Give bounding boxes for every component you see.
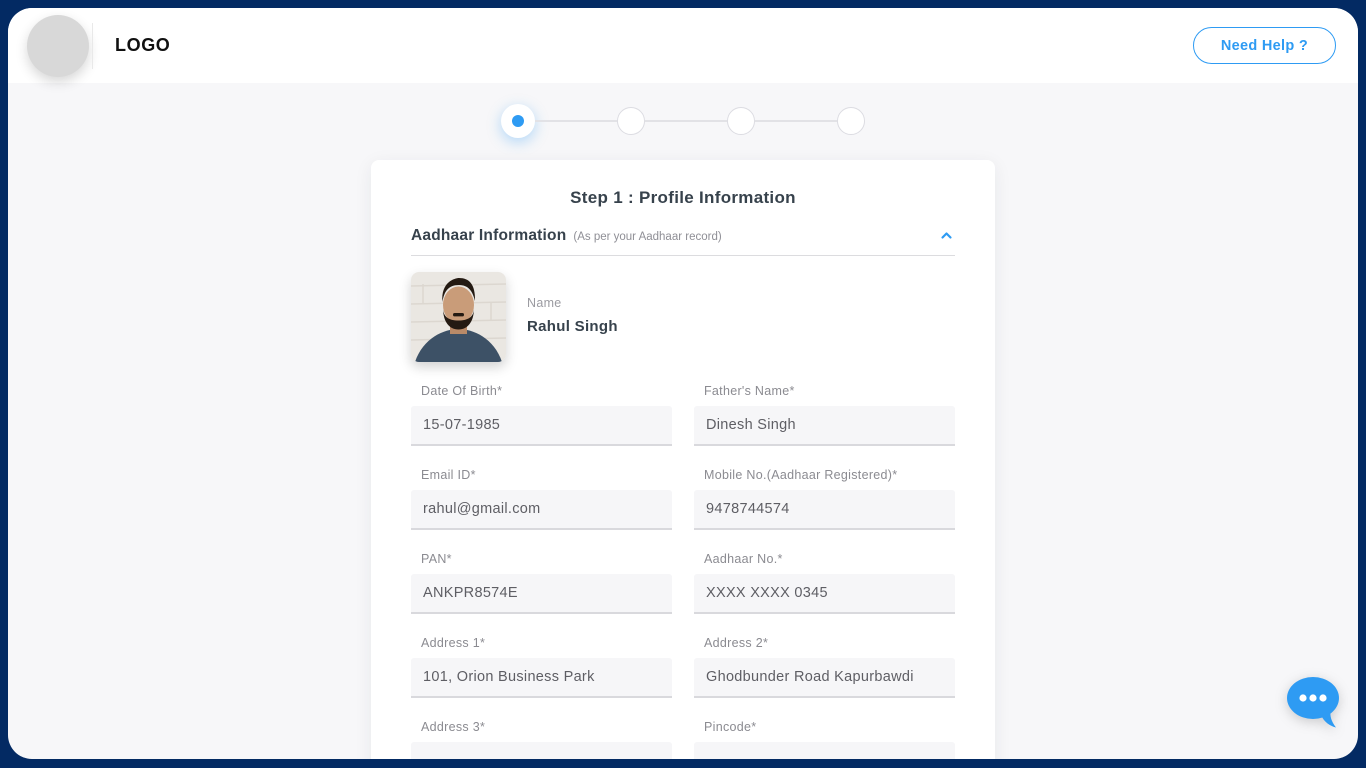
email-id-input[interactable]: [411, 490, 672, 530]
field-label: Address 2*: [704, 636, 955, 650]
stepper-step-1[interactable]: [501, 104, 535, 138]
logo-avatar: [27, 15, 89, 77]
name-value: Rahul Singh: [527, 318, 618, 335]
field-label: Pincode*: [704, 720, 955, 734]
field-label: Father's Name*: [704, 384, 955, 398]
app-viewport: LOGO Need Help ? Step 1 : Profile Inform…: [8, 8, 1358, 759]
stepper-connector: [535, 120, 617, 122]
need-help-button[interactable]: Need Help ?: [1193, 27, 1336, 64]
field-label: PAN*: [421, 552, 672, 566]
field-address-1: Address 1*: [411, 636, 672, 698]
address-2-input[interactable]: [694, 658, 955, 698]
aadhaar-no-input[interactable]: [694, 574, 955, 614]
stepper-connector: [645, 120, 727, 122]
date-of-birth-input[interactable]: [411, 406, 672, 446]
chat-bubble-icon: [1286, 720, 1342, 735]
stepper-step-3[interactable]: [727, 107, 755, 135]
mobile-no-input[interactable]: [694, 490, 955, 530]
field-label: Address 1*: [421, 636, 672, 650]
address-1-input[interactable]: [411, 658, 672, 698]
field-aadhaar-no: Aadhaar No.*: [694, 552, 955, 614]
field-email-id: Email ID*: [411, 468, 672, 530]
address-3-input[interactable]: [411, 742, 672, 759]
field-fathers-name: Father's Name*: [694, 384, 955, 446]
field-label: Address 3*: [421, 720, 672, 734]
field-pan: PAN*: [411, 552, 672, 614]
stepper-step-4[interactable]: [837, 107, 865, 135]
aadhaar-form-grid: Date Of Birth* Father's Name* Email ID* …: [411, 384, 955, 759]
stepper-step-2[interactable]: [617, 107, 645, 135]
name-label: Name: [527, 296, 618, 310]
profile-summary-row: Name Rahul Singh: [411, 272, 955, 362]
progress-stepper: [8, 103, 1358, 139]
field-mobile-no: Mobile No.(Aadhaar Registered)*: [694, 468, 955, 530]
field-label: Date Of Birth*: [421, 384, 672, 398]
section-hint: (As per your Aadhaar record): [573, 229, 721, 243]
field-pincode: Pincode*: [694, 720, 955, 759]
field-label: Aadhaar No.*: [704, 552, 955, 566]
page-title: Step 1 : Profile Information: [411, 188, 955, 208]
profile-photo: [411, 272, 506, 362]
logo-text: LOGO: [115, 35, 170, 56]
stepper-connector: [755, 120, 837, 122]
name-block: Name Rahul Singh: [527, 272, 618, 362]
field-date-of-birth: Date Of Birth*: [411, 384, 672, 446]
section-title: Aadhaar Information: [411, 227, 566, 245]
profile-form-card: Step 1 : Profile Information Aadhaar Inf…: [371, 160, 995, 759]
section-collapse-button[interactable]: [938, 226, 955, 245]
fathers-name-input[interactable]: [694, 406, 955, 446]
pan-input[interactable]: [411, 574, 672, 614]
chevron-up-icon: [940, 228, 953, 243]
chat-fab-button[interactable]: [1286, 674, 1342, 732]
aadhaar-section-header: Aadhaar Information (As per your Aadhaar…: [411, 226, 955, 256]
field-address-2: Address 2*: [694, 636, 955, 698]
logo-divider: [92, 23, 93, 69]
field-address-3: Address 3*: [411, 720, 672, 759]
field-label: Mobile No.(Aadhaar Registered)*: [704, 468, 955, 482]
pincode-input[interactable]: [694, 742, 955, 759]
active-step-dot: [512, 115, 524, 127]
field-label: Email ID*: [421, 468, 672, 482]
header: LOGO Need Help ?: [8, 8, 1358, 83]
